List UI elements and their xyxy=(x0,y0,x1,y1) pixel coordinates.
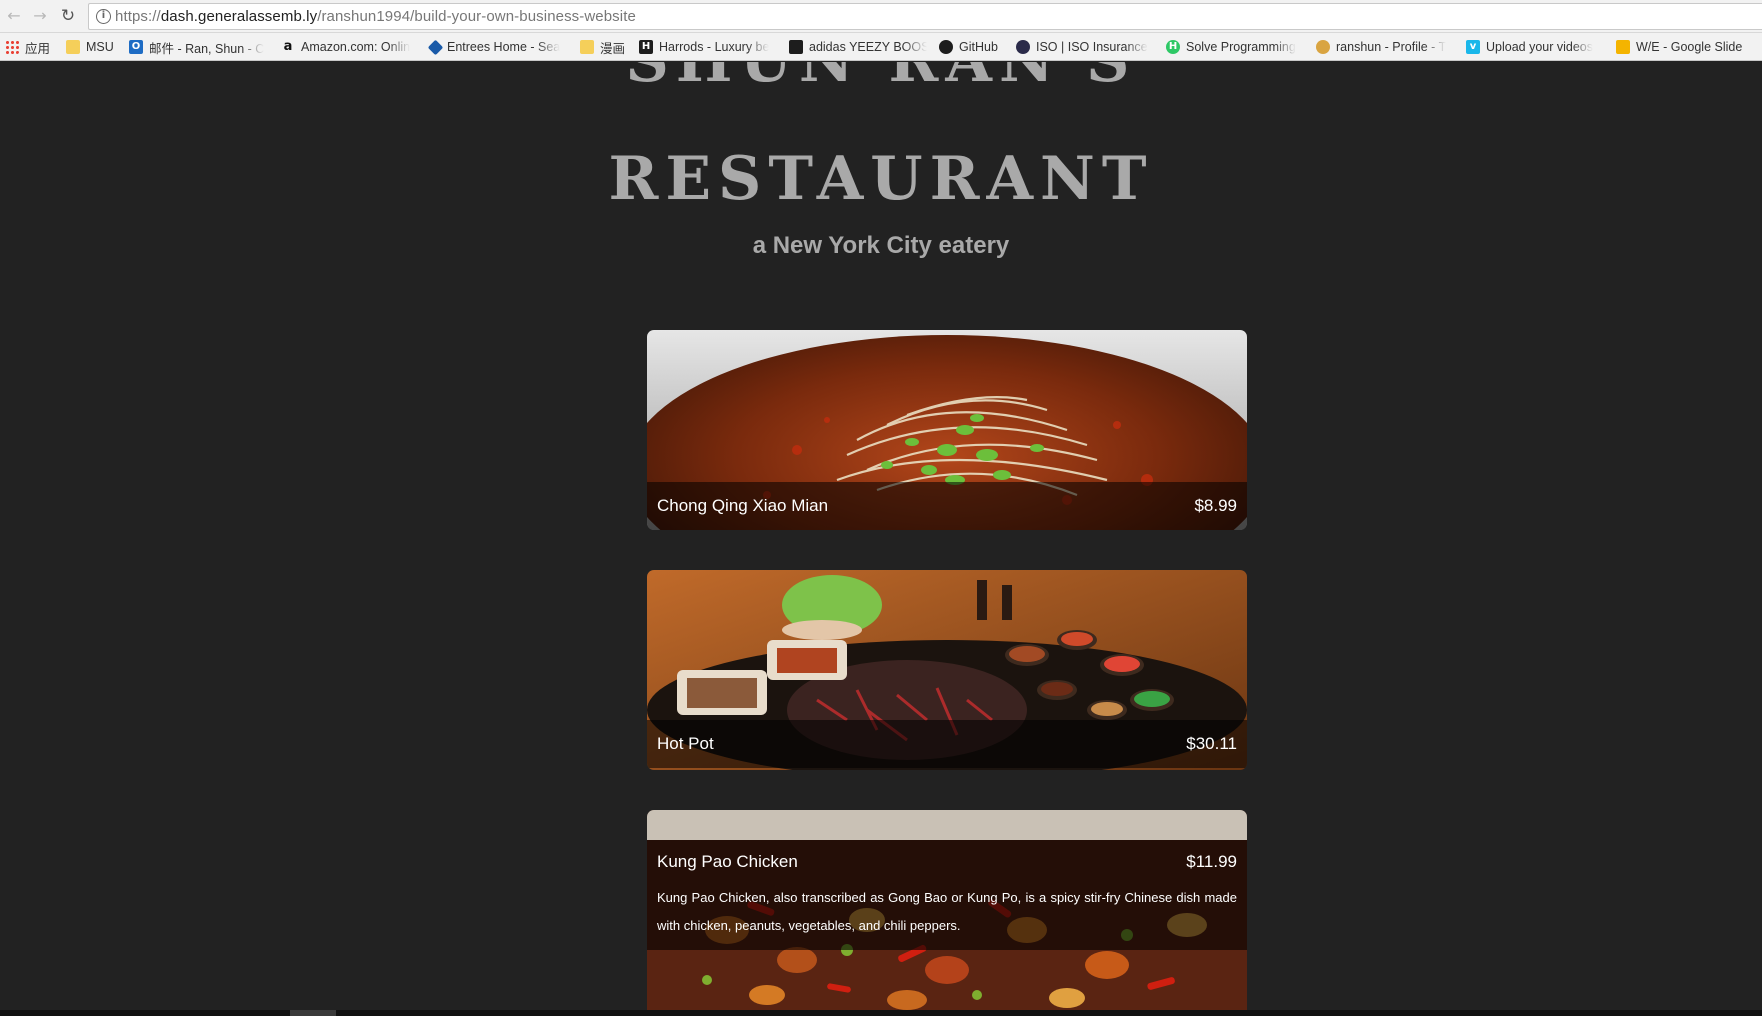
hackerrank-icon: H xyxy=(1166,40,1180,54)
bookmark-github[interactable]: GitHub xyxy=(939,38,998,56)
bookmark-label: Harrods - Luxury be xyxy=(659,40,770,54)
bookmark-label: Upload your videos xyxy=(1486,40,1594,54)
dish-price: $8.99 xyxy=(1194,496,1237,515)
bookmark-apps[interactable]: 应用 xyxy=(5,38,50,56)
bookmark-label: Solve Programming xyxy=(1186,40,1296,54)
dominos-icon xyxy=(427,39,444,55)
folder-icon xyxy=(66,40,80,54)
dish-name: Kung Pao Chicken xyxy=(657,852,798,871)
google-slides-icon xyxy=(1616,40,1630,54)
page-title-line2: RESTAURANT xyxy=(608,144,1154,214)
menu-card[interactable]: Hot Pot $30.11 xyxy=(647,570,1247,770)
reload-icon[interactable]: ↻ xyxy=(58,6,78,26)
iso-icon xyxy=(1016,40,1030,54)
amazon-icon: a xyxy=(283,39,293,54)
folder-icon xyxy=(580,40,594,54)
bottom-edge xyxy=(0,1010,1762,1016)
page-subtitle: a New York City eatery xyxy=(752,232,1010,259)
url-path: /ranshun1994/build-your-own-business-web… xyxy=(317,8,636,25)
back-arrow-icon[interactable]: ← xyxy=(4,6,24,26)
adidas-icon xyxy=(789,40,803,54)
dish-price: $11.99 xyxy=(1186,852,1237,871)
bookmark-label: ranshun - Profile - T xyxy=(1336,40,1447,54)
bookmark-entrees[interactable]: Entrees Home - Sea xyxy=(427,38,566,56)
vimeo-icon: v xyxy=(1466,40,1480,54)
address-bar[interactable]: i https://dash.generalassemb.ly/ranshun1… xyxy=(88,3,1762,30)
bookmark-outlook[interactable]: O 邮件 - Ran, Shun - C xyxy=(129,38,267,56)
bookmark-google-slides[interactable]: W/E - Google Slide xyxy=(1616,38,1762,56)
bookmark-label: 漫画 xyxy=(600,41,626,56)
bookmark-label: GitHub xyxy=(959,40,998,54)
bookmark-label: MSU xyxy=(86,40,114,54)
github-icon xyxy=(939,40,953,54)
page-title-line1: SHUN RAN'S xyxy=(0,62,1762,96)
bookmark-msu[interactable]: MSU xyxy=(66,38,114,56)
menu-card-caption: Hot Pot $30.11 xyxy=(647,720,1247,768)
bookmark-profile[interactable]: ranshun - Profile - T xyxy=(1316,38,1452,56)
profile-icon xyxy=(1316,40,1330,54)
bookmark-label: 应用 xyxy=(25,41,51,56)
scroll-indicator xyxy=(290,1010,336,1016)
apps-grid-icon xyxy=(5,40,19,54)
bookmark-label: Amazon.com: Onlin xyxy=(301,40,411,54)
url-scheme: https:// xyxy=(115,8,161,25)
bookmarks-bar: 应用 MSU O 邮件 - Ran, Shun - C a Amazon.com… xyxy=(0,33,1762,61)
outlook-icon: O xyxy=(129,40,143,54)
menu-card-caption: Kung Pao Chicken $11.99 Kung Pao Chicken… xyxy=(647,840,1247,950)
bookmark-label: Entrees Home - Sea xyxy=(447,40,561,54)
bookmark-iso[interactable]: ISO | ISO Insurance xyxy=(1016,38,1152,56)
browser-toolbar: ← → ↻ i https://dash.generalassemb.ly/ra… xyxy=(0,0,1762,33)
bookmark-label: adidas YEEZY BOOS xyxy=(809,40,927,54)
bookmark-manga[interactable]: 漫画 xyxy=(580,38,625,56)
url-host: dash.generalassemb.ly xyxy=(160,8,318,25)
bookmark-adidas[interactable]: adidas YEEZY BOOS xyxy=(789,38,927,56)
bookmark-label: 邮件 - Ran, Shun - C xyxy=(149,41,265,56)
dish-name: Chong Qing Xiao Mian xyxy=(657,496,829,515)
harrods-icon: H xyxy=(639,40,653,54)
bookmark-harrods[interactable]: H Harrods - Luxury be xyxy=(639,38,777,56)
dish-name: Hot Pot xyxy=(657,734,714,753)
dish-description: Kung Pao Chicken, also transcribed as Go… xyxy=(657,890,1237,933)
forward-arrow-icon[interactable]: → xyxy=(30,6,50,26)
url-text[interactable]: https://dash.generalassemb.ly/ranshun199… xyxy=(115,8,636,25)
menu-card[interactable]: Chong Qing Xiao Mian $8.99 xyxy=(647,330,1247,530)
bookmark-vimeo[interactable]: v Upload your videos xyxy=(1466,38,1603,56)
bookmark-hackerrank[interactable]: H Solve Programming xyxy=(1166,38,1304,56)
menu-card-caption: Chong Qing Xiao Mian $8.99 xyxy=(647,482,1247,530)
dish-price: $30.11 xyxy=(1186,734,1237,753)
menu-card[interactable]: Kung Pao Chicken $11.99 Kung Pao Chicken… xyxy=(647,810,1247,1010)
info-icon[interactable]: i xyxy=(96,9,111,24)
bookmark-label: W/E - Google Slide xyxy=(1636,40,1743,54)
bookmark-label: ISO | ISO Insurance xyxy=(1036,40,1148,54)
page-content: SHUN RAN'S RESTAURANT a New York City ea… xyxy=(0,62,1762,1010)
bookmark-amazon[interactable]: a Amazon.com: Onlin xyxy=(281,38,418,56)
